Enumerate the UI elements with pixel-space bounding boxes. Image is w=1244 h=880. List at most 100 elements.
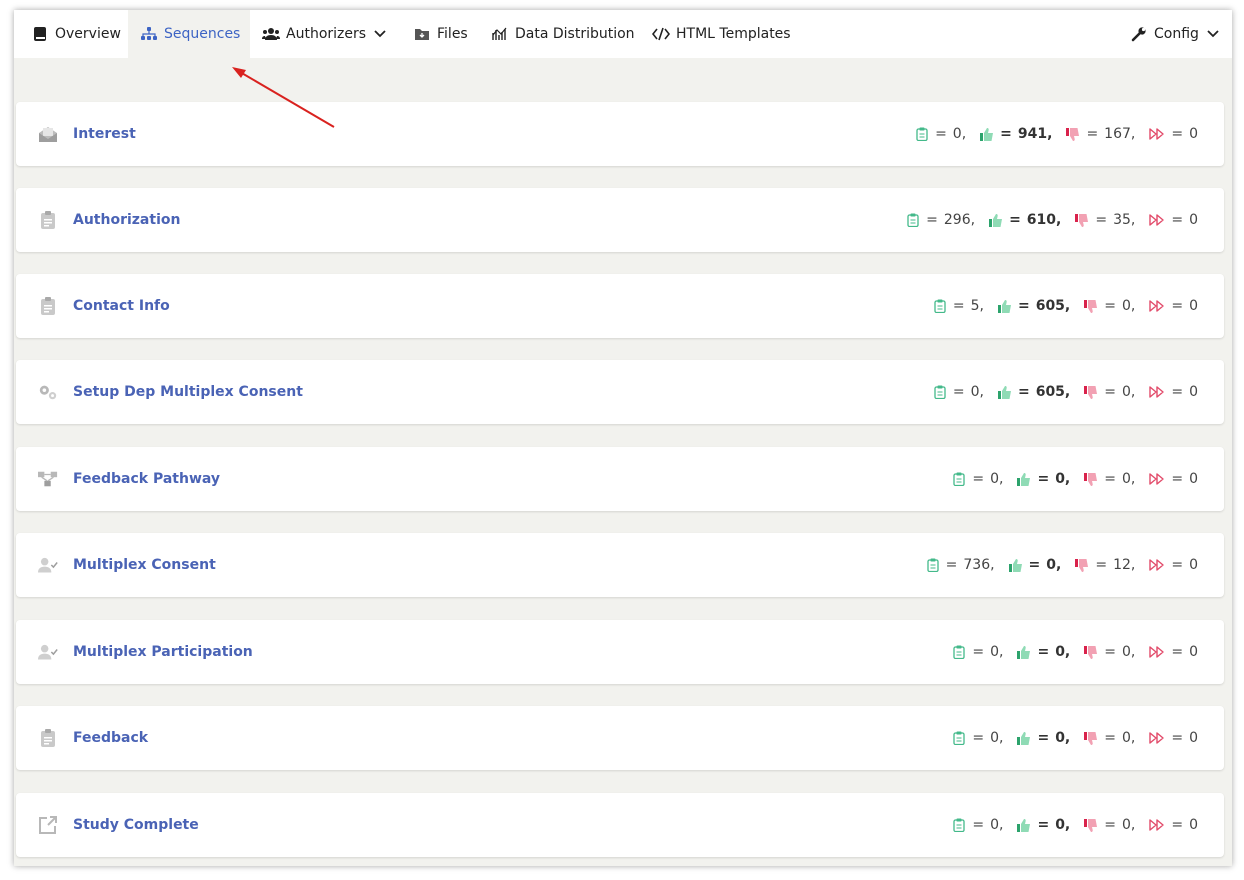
rejected-count: 0, bbox=[1121, 644, 1136, 660]
sequence-name[interactable]: Multiplex Consent bbox=[73, 533, 216, 597]
equals-sign: = bbox=[1095, 557, 1108, 573]
equals-sign: = bbox=[1171, 384, 1184, 400]
sequence-stats: = 0, = 605, = 0, = 0 bbox=[933, 360, 1198, 424]
fast-forward-icon bbox=[1149, 472, 1165, 486]
sequence-row[interactable]: Multiplex Participation = 0, = 0, = 0, = 0 bbox=[16, 620, 1224, 684]
approved-count: 0, bbox=[1055, 471, 1071, 487]
sitemap-icon bbox=[140, 25, 158, 43]
equals-sign: = bbox=[1171, 557, 1184, 573]
equals-sign: = bbox=[1086, 126, 1099, 142]
top-navbar: Overview Sequences Authorizers Files Dat… bbox=[14, 10, 1232, 58]
equals-sign: = bbox=[1000, 126, 1012, 142]
tab-html-templates[interactable]: HTML Templates bbox=[652, 10, 791, 58]
sequence-name[interactable]: Study Complete bbox=[73, 793, 199, 857]
equals-sign: = bbox=[1104, 730, 1116, 746]
sequence-name[interactable]: Authorization bbox=[73, 188, 180, 252]
gears-icon bbox=[38, 382, 58, 402]
config-menu[interactable]: Config bbox=[1130, 10, 1219, 58]
clipboard-icon bbox=[933, 299, 947, 313]
pending-count: 0, bbox=[990, 644, 1004, 660]
tab-files-label: Files bbox=[437, 26, 468, 42]
equals-sign: = bbox=[1171, 730, 1184, 746]
skipped-count: 0 bbox=[1189, 298, 1198, 314]
approved-count: 0, bbox=[1055, 644, 1071, 660]
clipboard-icon bbox=[952, 731, 966, 745]
book-icon bbox=[31, 25, 49, 43]
thumbs-up-icon bbox=[989, 213, 1003, 227]
equals-sign: = bbox=[1171, 298, 1184, 314]
sequence-row[interactable]: Setup Dep Multiplex Consent = 0, = 605, = 0, = 0 bbox=[16, 360, 1224, 424]
rejected-count: 167, bbox=[1104, 126, 1136, 142]
sequence-name[interactable]: Setup Dep Multiplex Consent bbox=[73, 360, 303, 424]
sequence-name[interactable]: Multiplex Participation bbox=[73, 620, 253, 684]
sequence-row[interactable]: Feedback = 0, = 0, = 0, = 0 bbox=[16, 706, 1224, 770]
approved-count: 0, bbox=[1046, 557, 1062, 573]
skipped-count: 0 bbox=[1189, 557, 1198, 573]
approved-count: 0, bbox=[1055, 730, 1071, 746]
tab-authorizers-label: Authorizers bbox=[286, 26, 367, 42]
clipboard-icon bbox=[926, 558, 940, 572]
clipboard-icon bbox=[38, 296, 58, 316]
equals-sign: = bbox=[1104, 471, 1116, 487]
sequence-name[interactable]: Feedback Pathway bbox=[73, 447, 220, 511]
fast-forward-icon bbox=[1149, 213, 1165, 227]
tab-data-distribution[interactable]: Data Distribution bbox=[491, 10, 635, 58]
equals-sign: = bbox=[1104, 298, 1116, 314]
thumbs-up-icon bbox=[1017, 818, 1031, 832]
tab-data-distribution-label: Data Distribution bbox=[515, 26, 635, 42]
pending-count: 5, bbox=[970, 298, 984, 314]
pending-count: 736, bbox=[963, 557, 995, 573]
skipped-count: 0 bbox=[1189, 730, 1198, 746]
approved-count: 605, bbox=[1035, 298, 1071, 314]
users-icon bbox=[262, 25, 280, 43]
equals-sign: = bbox=[1171, 471, 1184, 487]
sequence-row[interactable]: Feedback Pathway = 0, = 0, = 0, = 0 bbox=[16, 447, 1224, 511]
equals-sign: = bbox=[1095, 212, 1108, 228]
equals-sign: = bbox=[972, 471, 985, 487]
equals-sign: = bbox=[1104, 384, 1116, 400]
fast-forward-icon bbox=[1149, 385, 1165, 399]
tab-overview[interactable]: Overview bbox=[15, 10, 127, 58]
sequence-row[interactable]: Contact Info = 5, = 605, = 0, = 0 bbox=[16, 274, 1224, 338]
rejected-count: 0, bbox=[1121, 384, 1136, 400]
tab-files[interactable]: Files bbox=[413, 10, 468, 58]
sequence-stats: = 736, = 0, = 12, = 0 bbox=[926, 533, 1198, 597]
tab-authorizers[interactable]: Authorizers bbox=[262, 10, 386, 58]
clipboard-icon bbox=[38, 210, 58, 230]
pending-count: 0, bbox=[952, 126, 967, 142]
equals-sign: = bbox=[972, 730, 985, 746]
clipboard-icon bbox=[933, 385, 947, 399]
rejected-count: 0, bbox=[1121, 471, 1136, 487]
thumbs-down-icon bbox=[1075, 558, 1089, 572]
sequence-stats: = 0, = 0, = 0, = 0 bbox=[952, 620, 1198, 684]
chevron-down-icon bbox=[1207, 30, 1219, 38]
equals-sign: = bbox=[1104, 644, 1116, 660]
equals-sign: = bbox=[1171, 817, 1184, 833]
rejected-count: 12, bbox=[1113, 557, 1136, 573]
approved-count: 941, bbox=[1017, 126, 1053, 142]
fast-forward-icon bbox=[1149, 558, 1165, 572]
sequence-name[interactable]: Interest bbox=[73, 102, 136, 166]
skipped-count: 0 bbox=[1189, 212, 1198, 228]
sequence-name[interactable]: Contact Info bbox=[73, 274, 170, 338]
equals-sign: = bbox=[1017, 384, 1030, 400]
fast-forward-icon bbox=[1149, 127, 1165, 141]
sequence-stats: = 0, = 0, = 0, = 0 bbox=[952, 447, 1198, 511]
thumbs-up-icon bbox=[1017, 731, 1031, 745]
equals-sign: = bbox=[972, 817, 985, 833]
sequence-row[interactable]: Multiplex Consent = 736, = 0, = 12, = 0 bbox=[16, 533, 1224, 597]
sequence-name[interactable]: Feedback bbox=[73, 706, 148, 770]
tab-overview-label: Overview bbox=[55, 26, 121, 42]
thumbs-down-icon bbox=[1075, 213, 1089, 227]
thumbs-down-icon bbox=[1066, 127, 1080, 141]
app-window: Overview Sequences Authorizers Files Dat… bbox=[14, 10, 1232, 866]
tab-sequences[interactable]: Sequences bbox=[128, 10, 250, 58]
sequence-row[interactable]: Interest = 0, = 941, = 167, = 0 bbox=[16, 102, 1224, 166]
sequence-stats: = 0, = 0, = 0, = 0 bbox=[952, 706, 1198, 770]
approved-count: 0, bbox=[1055, 817, 1071, 833]
rejected-count: 0, bbox=[1121, 817, 1136, 833]
sequence-row[interactable]: Authorization = 296, = 610, = 35, = 0 bbox=[16, 188, 1224, 252]
sequence-row[interactable]: Study Complete = 0, = 0, = 0, = 0 bbox=[16, 793, 1224, 857]
thumbs-up-icon bbox=[980, 127, 994, 141]
fast-forward-icon bbox=[1149, 731, 1165, 745]
